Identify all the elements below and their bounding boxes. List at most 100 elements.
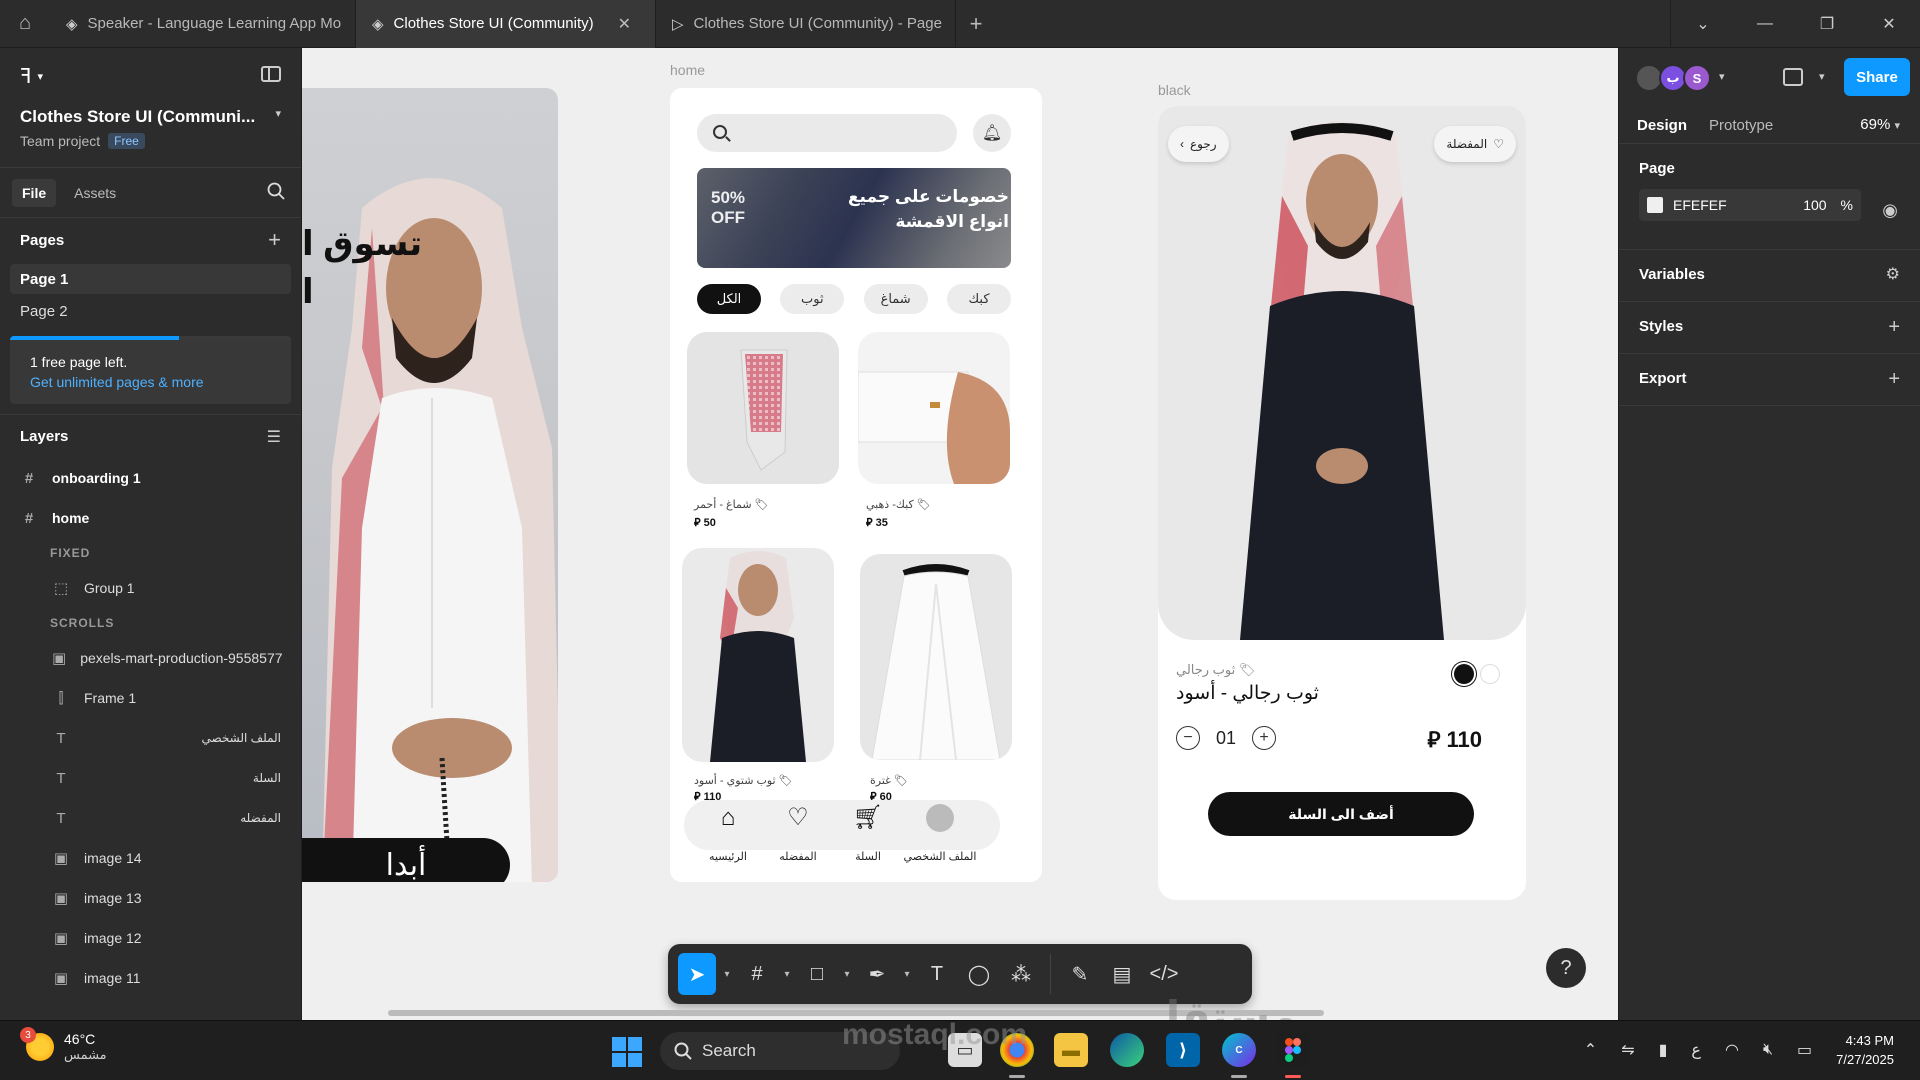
layer-item[interactable]: ▣ image 11 [0, 958, 301, 998]
canvas[interactable]: home black تسوق ا ا أبدا 🔔︎ 50% OFF خصوما… [302, 48, 1618, 1020]
tab-assets[interactable]: Assets [64, 179, 126, 207]
layer-item[interactable]: # onboarding 1 [0, 458, 301, 498]
battery-icon[interactable]: ▭ [1797, 1040, 1812, 1060]
restore-icon[interactable]: ❐ [1796, 14, 1858, 34]
layer-item[interactable]: ⫿ Frame 1 [0, 678, 301, 718]
color-swatch-white[interactable] [1480, 664, 1500, 684]
rectangle-tool-icon[interactable]: □ [798, 953, 836, 995]
chevron-down-icon[interactable]: ▾ [900, 969, 914, 980]
frame-label-black[interactable]: black [1158, 82, 1191, 98]
chevron-down-icon[interactable]: ▾ [780, 969, 794, 980]
tab-clothes-store[interactable]: ◈ Clothes Store UI (Community) ✕ [356, 0, 656, 48]
fill-opacity[interactable]: 100 [1803, 197, 1826, 213]
move-tool-icon[interactable]: ➤ [678, 953, 716, 995]
share-button[interactable]: Share [1844, 58, 1910, 96]
tab-prototype[interactable]: Prototype [1701, 113, 1781, 138]
minimize-icon[interactable]: — [1734, 15, 1796, 33]
chevron-down-icon[interactable]: ▾ [840, 969, 854, 980]
chip-thobe[interactable]: ثوب [780, 284, 845, 314]
pen-tool-icon[interactable]: ✒ [858, 953, 896, 995]
page-item[interactable]: Page 2 [10, 296, 291, 326]
resources-tool-icon[interactable]: ⁂ [1002, 953, 1040, 995]
clock[interactable]: 4:43 PM 7/27/2025 [1836, 1031, 1894, 1069]
layer-item[interactable]: ▣ image 14 [0, 838, 301, 878]
plus-icon[interactable]: + [1888, 316, 1900, 339]
close-icon[interactable]: ✕ [618, 14, 631, 34]
tab-file[interactable]: File [12, 178, 57, 207]
close-window-icon[interactable]: ✕ [1858, 14, 1920, 34]
dev-mode-icon[interactable]: </> [1145, 953, 1183, 995]
search-icon[interactable] [267, 182, 285, 200]
product-card-ghutra[interactable] [860, 554, 1012, 760]
tab-design[interactable]: Design [1629, 113, 1695, 138]
add-tab-icon[interactable]: + [956, 11, 996, 37]
design-mode-icon[interactable]: ▤ [1103, 953, 1141, 995]
add-to-cart-button[interactable]: أضف الى السلة [1208, 792, 1474, 836]
main-menu-button[interactable]: ꟻ ▾ [20, 64, 281, 89]
chevron-down-icon[interactable]: ▾ [1819, 70, 1825, 83]
nav-favorites[interactable]: ♡ المفضله [768, 800, 828, 863]
help-icon[interactable]: ? [1546, 948, 1586, 988]
figma-icon[interactable] [1276, 1033, 1310, 1067]
export-section[interactable]: Export + [1619, 354, 1920, 406]
page-item[interactable]: Page 1 [10, 264, 291, 294]
product-card-shemagh[interactable] [687, 332, 839, 484]
comment-tool-icon[interactable]: ◯ [960, 953, 998, 995]
chevron-up-icon[interactable]: ⌃ [1584, 1040, 1597, 1060]
edge-icon[interactable] [1110, 1033, 1144, 1067]
plus-icon[interactable]: + [1888, 368, 1900, 391]
eye-icon[interactable]: ◉ [1882, 200, 1898, 221]
favorite-button[interactable]: المفضلة ♡ [1434, 126, 1516, 162]
project-title[interactable]: Clothes Store UI (Communi... ▾ [20, 107, 281, 127]
chevron-down-icon[interactable]: ▾ [1719, 70, 1725, 83]
layer-item[interactable]: T الملف الشخصي [0, 718, 301, 758]
frame-label-home[interactable]: home [670, 62, 705, 78]
layer-item[interactable]: T المفضله [0, 798, 301, 838]
vscode-icon[interactable]: ⟩ [1166, 1033, 1200, 1067]
volume-muted-icon[interactable]: 🔇︎ [1763, 1041, 1773, 1059]
plus-icon[interactable]: + [1252, 726, 1277, 750]
search-input[interactable] [697, 114, 957, 152]
product-card-black-thobe[interactable] [682, 548, 834, 762]
chip-shemagh[interactable]: شماغ [863, 284, 928, 314]
chevron-down-icon[interactable]: ⌄ [1672, 14, 1734, 34]
audio-meter-icon[interactable]: ▮ [1659, 1040, 1668, 1060]
add-page-icon[interactable]: + [268, 227, 281, 253]
wifi-icon[interactable]: ◠ [1725, 1040, 1739, 1060]
layer-item[interactable]: ▣ pexels-mart-production-9558577 [0, 638, 301, 678]
color-swatch-black[interactable] [1454, 664, 1474, 684]
chip-cufflinks[interactable]: كبك [946, 284, 1011, 314]
frame-tool-icon[interactable]: # [738, 953, 776, 995]
sliders-icon[interactable]: ⇋ [1621, 1040, 1634, 1060]
nav-home[interactable]: ⌂ الرئيسيه [698, 800, 758, 863]
product-card-cufflinks[interactable] [858, 332, 1010, 484]
tab-clothes-store-prototype[interactable]: ▷ Clothes Store UI (Community) - Page [656, 0, 956, 48]
windows-start-icon[interactable] [612, 1037, 642, 1067]
back-button[interactable]: ‹ رجوع [1168, 126, 1229, 162]
discount-banner[interactable]: 50% OFF خصومات على جميع انواع الاقمشة [697, 168, 1011, 268]
tab-speaker[interactable]: ◈ Speaker - Language Learning App Mo [50, 0, 356, 48]
chip-all[interactable]: الكل [697, 284, 761, 314]
upsell-link[interactable]: Get unlimited pages & more [30, 374, 271, 390]
canva-icon[interactable]: C [1222, 1033, 1256, 1067]
layer-item[interactable]: ▣ image 13 [0, 878, 301, 918]
page-fill-input[interactable]: EFEFEF 100% [1639, 189, 1861, 221]
chevron-down-icon[interactable]: ▾ [720, 969, 734, 980]
home-icon[interactable]: ⌂ [0, 0, 50, 48]
layer-list-icon[interactable]: ☰ [267, 427, 281, 447]
minus-icon[interactable]: − [1176, 726, 1200, 750]
draw-tool-icon[interactable]: ✎ [1061, 953, 1099, 995]
layer-item[interactable]: ⬚ Group 1 [0, 568, 301, 608]
nav-cart[interactable]: 🛒︎ السلة [838, 800, 898, 863]
weather-widget[interactable]: 3 46°C مشمس [20, 1027, 107, 1063]
start-button[interactable]: أبدا [302, 838, 510, 882]
variables-section[interactable]: Variables ⚙ [1619, 250, 1920, 302]
sliders-icon[interactable]: ⚙ [1886, 264, 1900, 284]
styles-section[interactable]: Styles + [1619, 302, 1920, 354]
layer-item[interactable]: # home [0, 498, 301, 538]
language-indicator[interactable]: ع [1691, 1040, 1701, 1060]
sidebar-toggle-icon[interactable] [261, 66, 281, 82]
layer-item[interactable]: ▣ image 12 [0, 918, 301, 958]
bell-icon[interactable]: 🔔︎ [973, 114, 1011, 152]
folder-icon[interactable]: ▬ [1054, 1033, 1088, 1067]
